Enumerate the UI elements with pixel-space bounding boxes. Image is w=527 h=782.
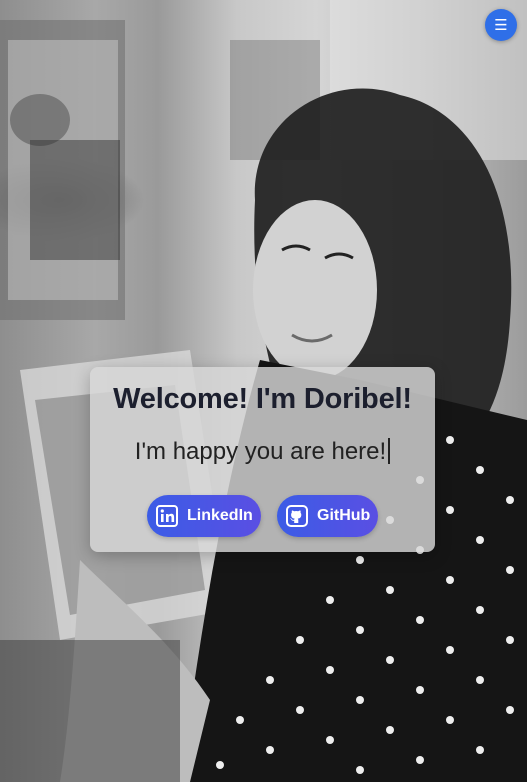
hamburger-menu-icon: ☰ [494, 15, 508, 34]
github-label: GitHub [317, 507, 371, 524]
welcome-card: Welcome! I'm Doribel! I'm happy you are … [90, 367, 435, 552]
welcome-title: Welcome! I'm Doribel! [113, 383, 412, 415]
linkedin-icon [156, 505, 178, 527]
social-links: LinkedIn GitHub [90, 495, 435, 537]
welcome-subtitle-line: I'm happy you are here! [90, 438, 435, 466]
typing-cursor [388, 438, 391, 464]
welcome-subtitle: I'm happy you are here! [134, 438, 387, 465]
home-page: ☰ Welcome! I'm Doribel! I'm happy you ar… [0, 0, 527, 782]
linkedin-label: LinkedIn [187, 507, 253, 524]
github-icon [286, 505, 308, 527]
menu-button[interactable]: ☰ [485, 9, 517, 41]
linkedin-button[interactable]: LinkedIn [147, 495, 261, 537]
github-button[interactable]: GitHub [277, 495, 378, 537]
